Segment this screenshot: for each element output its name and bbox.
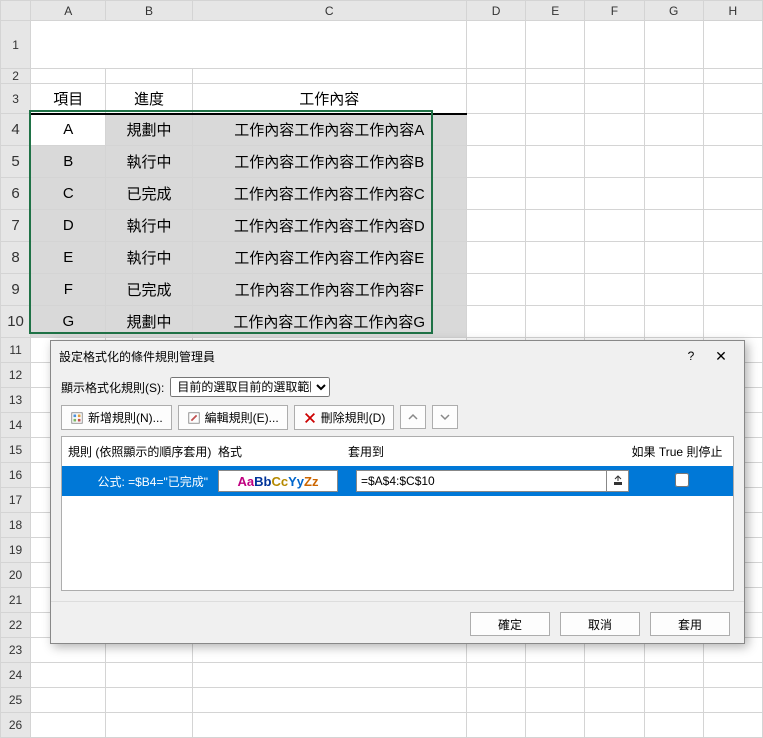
cell[interactable]: A: [31, 114, 106, 146]
row-header[interactable]: 7: [1, 210, 31, 242]
cell[interactable]: 工作內容工作內容工作內容F: [192, 274, 466, 306]
row-header[interactable]: 5: [1, 146, 31, 178]
move-up-button[interactable]: [400, 405, 426, 429]
col-header-C[interactable]: C: [192, 1, 466, 21]
cancel-button[interactable]: 取消: [560, 612, 640, 636]
edit-rule-icon: [187, 411, 201, 425]
cell[interactable]: E: [31, 242, 106, 274]
col-applies-header: 套用到: [348, 441, 627, 462]
col-header-F[interactable]: F: [585, 1, 644, 21]
cell[interactable]: 執行中: [106, 242, 192, 274]
help-button[interactable]: ?: [676, 349, 706, 363]
cell[interactable]: 執行中: [106, 210, 192, 242]
new-rule-icon: [70, 411, 84, 425]
stop-if-true-checkbox[interactable]: [675, 473, 689, 487]
row-header[interactable]: 8: [1, 242, 31, 274]
edit-rule-button[interactable]: 編輯規則(E)...: [178, 405, 288, 430]
row-header[interactable]: 6: [1, 178, 31, 210]
row-header[interactable]: 24: [1, 663, 31, 688]
header-content[interactable]: 工作內容: [192, 84, 466, 114]
cell[interactable]: 工作內容工作內容工作內容C: [192, 178, 466, 210]
move-down-button[interactable]: [432, 405, 458, 429]
title-cell[interactable]: 依進度顯示不同色彩: [31, 21, 467, 69]
ok-button[interactable]: 確定: [470, 612, 550, 636]
cell[interactable]: C: [31, 178, 106, 210]
row-header[interactable]: 15: [1, 438, 31, 463]
conditional-formatting-rules-manager-dialog: 設定格式化的條件規則管理員 ? ✕ 顯示格式化規則(S): 目前的選取目前的選取…: [50, 340, 745, 644]
column-header-row: A B C D E F G H: [1, 1, 763, 21]
cell[interactable]: 已完成: [106, 178, 192, 210]
row-header[interactable]: 3: [1, 84, 31, 114]
delete-icon: [303, 411, 317, 425]
apply-button[interactable]: 套用: [650, 612, 730, 636]
cell[interactable]: 工作內容工作內容工作內容A: [192, 114, 466, 146]
col-header-G[interactable]: G: [644, 1, 703, 21]
row-header[interactable]: 18: [1, 513, 31, 538]
header-progress[interactable]: 進度: [106, 84, 192, 114]
chevron-up-icon: [408, 412, 418, 422]
col-header-D[interactable]: D: [466, 1, 525, 21]
cell[interactable]: 工作內容工作內容工作內容D: [192, 210, 466, 242]
cell[interactable]: G: [31, 306, 106, 338]
row-header[interactable]: 11: [1, 338, 31, 363]
row-header[interactable]: 10: [1, 306, 31, 338]
header-item[interactable]: 項目: [31, 84, 106, 114]
row-header[interactable]: 23: [1, 638, 31, 663]
col-stop-header: 如果 True 則停止: [627, 441, 727, 462]
row-header[interactable]: 16: [1, 463, 31, 488]
row-header[interactable]: 19: [1, 538, 31, 563]
applies-to-input[interactable]: [356, 470, 607, 492]
range-selector-button[interactable]: [607, 470, 629, 492]
row-header[interactable]: 2: [1, 69, 31, 84]
col-header-H[interactable]: H: [703, 1, 762, 21]
row-header[interactable]: 13: [1, 388, 31, 413]
row-header[interactable]: 9: [1, 274, 31, 306]
delete-rule-button[interactable]: 刪除規則(D): [294, 405, 395, 430]
row-header[interactable]: 21: [1, 588, 31, 613]
row-header[interactable]: 20: [1, 563, 31, 588]
row-header[interactable]: 17: [1, 488, 31, 513]
collapse-dialog-icon: [612, 475, 624, 487]
cell[interactable]: 執行中: [106, 146, 192, 178]
col-header-A[interactable]: A: [31, 1, 106, 21]
new-rule-button[interactable]: 新增規則(N)...: [61, 405, 172, 430]
select-all-cell[interactable]: [1, 1, 31, 21]
row-header[interactable]: 1: [1, 21, 31, 69]
chevron-down-icon: [440, 412, 450, 422]
cell[interactable]: 工作內容工作內容工作內容G: [192, 306, 466, 338]
col-header-E[interactable]: E: [526, 1, 585, 21]
format-preview: AaBbCcYyZz: [218, 470, 338, 492]
rules-list: 規則 (依照顯示的順序套用) 格式 套用到 如果 True 則停止 公式: =$…: [61, 436, 734, 591]
cell[interactable]: 規劃中: [106, 306, 192, 338]
cell[interactable]: 已完成: [106, 274, 192, 306]
dialog-titlebar[interactable]: 設定格式化的條件規則管理員 ? ✕: [51, 341, 744, 371]
cell[interactable]: F: [31, 274, 106, 306]
row-header[interactable]: 26: [1, 713, 31, 738]
col-header-B[interactable]: B: [106, 1, 192, 21]
row-header[interactable]: 14: [1, 413, 31, 438]
cell[interactable]: D: [31, 210, 106, 242]
cell[interactable]: 工作內容工作內容工作內容B: [192, 146, 466, 178]
cell[interactable]: 工作內容工作內容工作內容E: [192, 242, 466, 274]
rule-formula-text: 公式: =$B4="已完成": [68, 473, 218, 490]
col-format-header: 格式: [218, 441, 348, 462]
col-rule-header: 規則 (依照顯示的順序套用): [68, 441, 218, 462]
show-rules-select[interactable]: 目前的選取目前的選取範圍: [170, 377, 330, 397]
row-header[interactable]: 22: [1, 613, 31, 638]
show-rules-label: 顯示格式化規則(S):: [61, 379, 164, 396]
close-button[interactable]: ✕: [706, 348, 736, 365]
rule-row[interactable]: 公式: =$B4="已完成" AaBbCcYyZz: [62, 466, 733, 496]
cell[interactable]: B: [31, 146, 106, 178]
row-header[interactable]: 12: [1, 363, 31, 388]
cell[interactable]: 規劃中: [106, 114, 192, 146]
row-header[interactable]: 4: [1, 114, 31, 146]
dialog-title: 設定格式化的條件規則管理員: [59, 348, 215, 365]
row-header[interactable]: 25: [1, 688, 31, 713]
